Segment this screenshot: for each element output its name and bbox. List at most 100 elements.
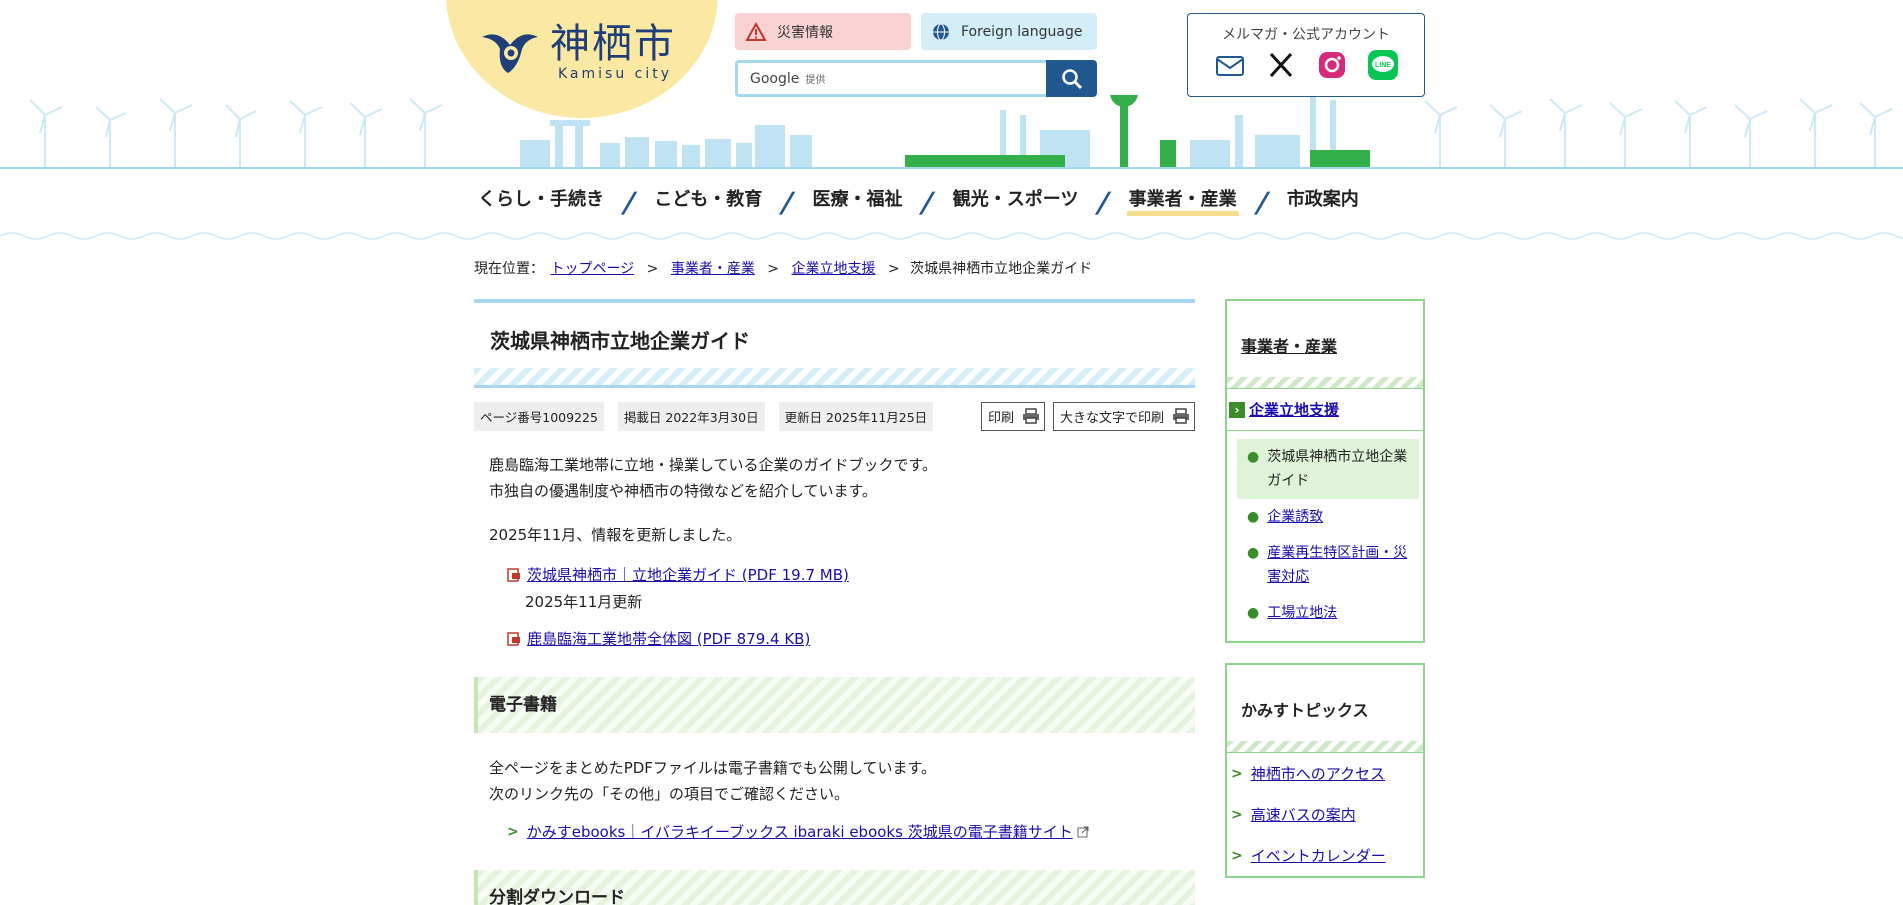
sidebar-item-special-zone[interactable]: ● 産業再生特区計画・災害対応 bbox=[1237, 535, 1419, 595]
search-placeholder: Google bbox=[750, 70, 800, 87]
chevron-right-icon: > bbox=[1231, 806, 1243, 823]
instagram-icon[interactable] bbox=[1315, 48, 1349, 82]
topic-label[interactable]: 神栖市へのアクセス bbox=[1251, 763, 1385, 784]
foreign-language-button[interactable]: Foreign language bbox=[921, 13, 1097, 50]
sidebar-item-invitation[interactable]: ● 企業誘致 bbox=[1237, 499, 1419, 535]
svg-text:LINE: LINE bbox=[1375, 62, 1391, 69]
chevron-right-icon: > bbox=[1231, 847, 1243, 864]
sidebar-item-location-support[interactable]: › 企業立地支援 bbox=[1227, 389, 1423, 431]
pdf-icon bbox=[507, 631, 520, 646]
ebook-link-label[interactable]: かみすebooks｜イバラキイーブックス ibaraki ebooks 茨城県の… bbox=[527, 821, 1073, 842]
ebook-line-1: 全ページをまとめたPDFファイルは電子書籍でも公開しています。 bbox=[489, 759, 936, 777]
intro-line-1: 鹿島臨海工業地帯に立地・操業している企業のガイドブックです。 bbox=[489, 456, 938, 474]
page-number: ページ番号1009225 bbox=[474, 401, 604, 431]
pdf-link-guide-label[interactable]: 茨城県神栖市｜立地企業ガイド (PDF 19.7 MB) bbox=[527, 564, 849, 585]
gnav-separator: / bbox=[777, 186, 798, 219]
sidebar-stripe bbox=[1227, 377, 1423, 389]
sidebar-title-topics: かみすトピックス bbox=[1241, 701, 1369, 720]
globe-icon bbox=[933, 23, 949, 40]
skyline-illustration bbox=[0, 95, 1903, 169]
printer-icon bbox=[1173, 408, 1189, 424]
breadcrumb-link-business[interactable]: 事業者・産業 bbox=[671, 261, 755, 277]
topic-bus[interactable]: > 高速バスの案内 bbox=[1227, 794, 1423, 835]
pdf-icon bbox=[507, 567, 520, 582]
breadcrumb-link-location-support[interactable]: 企業立地支援 bbox=[791, 261, 875, 277]
site-logo[interactable]: 神栖市 Kamisu city bbox=[478, 22, 676, 82]
section-heading-split-download: 分割ダウンロード bbox=[474, 870, 1195, 905]
sidebar-child-label[interactable]: 工場立地法 bbox=[1267, 601, 1337, 625]
gnav-item-tourism[interactable]: 観光・スポーツ bbox=[949, 188, 1083, 218]
pdf-link-map[interactable]: 鹿島臨海工業地帯全体図 (PDF 879.4 KB) bbox=[507, 628, 1180, 649]
global-nav: くらし・手続き / こども・教育 / 医療・福祉 / 観光・スポーツ / 事業者… bbox=[0, 170, 1903, 242]
city-emblem-icon bbox=[482, 34, 538, 73]
disaster-info-button[interactable]: 災害情報 bbox=[735, 13, 911, 50]
ebook-link[interactable]: > かみすebooks｜イバラキイーブックス ibaraki ebooks 茨城… bbox=[507, 821, 1180, 842]
sidebar-stripe bbox=[1227, 741, 1423, 753]
search-provider-note: 提供 bbox=[805, 75, 826, 86]
sidebar-item-factory-law[interactable]: ● 工場立地法 bbox=[1237, 595, 1419, 631]
gnav-item-business[interactable]: 事業者・産業 bbox=[1125, 188, 1241, 218]
updated-date: 更新日 2025年11月25日 bbox=[778, 401, 934, 431]
print-button[interactable]: 印刷 bbox=[980, 401, 1045, 431]
print-label: 印刷 bbox=[987, 410, 1014, 426]
breadcrumb: 現在位置： トップページ > 事業者・産業 > 企業立地支援 > 茨城県神栖市立… bbox=[474, 258, 1092, 278]
chevron-right-icon: › bbox=[1229, 401, 1245, 418]
bullet-icon: ● bbox=[1247, 509, 1260, 525]
breadcrumb-current: 茨城県神栖市立地企業ガイド bbox=[910, 261, 1093, 277]
topic-label[interactable]: イベントカレンダー bbox=[1251, 845, 1386, 866]
breadcrumb-sep: > bbox=[646, 261, 659, 277]
update-note: 2025年11月、情報を更新しました。 bbox=[489, 526, 742, 544]
pdf-guide-note: 2025年11月更新 bbox=[525, 593, 643, 611]
line-icon[interactable]: LINE bbox=[1366, 48, 1400, 82]
gnav-item-children[interactable]: こども・教育 bbox=[650, 188, 766, 218]
chevron-right-icon: > bbox=[507, 823, 519, 840]
topic-access[interactable]: > 神栖市へのアクセス bbox=[1227, 753, 1423, 794]
intro-line-2: 市独自の優遇制度や神栖市の特徴などを紹介しています。 bbox=[489, 482, 878, 500]
sidebar-local-nav: 事業者・産業 › 企業立地支援 ● 茨城県神栖市立地企業ガイド ● 企業誘致 ●… bbox=[1225, 299, 1425, 643]
breadcrumb-prefix: 現在位置： bbox=[474, 261, 544, 277]
sidebar-child-label[interactable]: 企業誘致 bbox=[1267, 505, 1323, 529]
sidebar-parent-label[interactable]: 企業立地支援 bbox=[1249, 399, 1339, 420]
chevron-right-icon: > bbox=[1231, 765, 1243, 782]
section-heading-ebook: 電子書籍 bbox=[474, 677, 1195, 733]
external-link-icon bbox=[1077, 826, 1089, 837]
sidebar-title-business[interactable]: 事業者・産業 bbox=[1227, 301, 1423, 377]
disaster-info-label: 災害情報 bbox=[777, 24, 833, 41]
topic-events[interactable]: > イベントカレンダー bbox=[1227, 835, 1423, 876]
logo-en: Kamisu city bbox=[558, 66, 673, 82]
title-stripe bbox=[474, 368, 1195, 388]
search-icon bbox=[1061, 68, 1082, 89]
gnav-item-living[interactable]: くらし・手続き bbox=[474, 188, 608, 218]
main-content: 茨城県神栖市立地企業ガイド ページ番号1009225 掲載日 2022年3月30… bbox=[474, 299, 1195, 905]
search-button[interactable] bbox=[1046, 60, 1097, 97]
sidebar-item-current: ● 茨城県神栖市立地企業ガイド bbox=[1237, 439, 1419, 499]
sidebar: 事業者・産業 › 企業立地支援 ● 茨城県神栖市立地企業ガイド ● 企業誘致 ●… bbox=[1225, 299, 1425, 878]
logo-jp: 神栖市 bbox=[550, 21, 676, 67]
gnav-separator: / bbox=[1252, 186, 1272, 219]
foreign-language-label: Foreign language bbox=[961, 23, 1083, 40]
x-icon[interactable] bbox=[1264, 48, 1298, 82]
page-meta: ページ番号1009225 掲載日 2022年3月30日 更新日 2025年11月… bbox=[474, 401, 1195, 431]
pdf-link-map-label[interactable]: 鹿島臨海工業地帯全体図 (PDF 879.4 KB) bbox=[527, 628, 810, 649]
bullet-icon: ● bbox=[1247, 545, 1260, 561]
mail-magazine-icon[interactable] bbox=[1213, 48, 1247, 82]
intro-text: 鹿島臨海工業地帯に立地・操業している企業のガイドブックです。 市独自の優遇制度や… bbox=[489, 452, 1180, 504]
sidebar-child-label[interactable]: 産業再生特区計画・災害対応 bbox=[1267, 541, 1415, 589]
pdf-link-guide[interactable]: 茨城県神栖市｜立地企業ガイド (PDF 19.7 MB) bbox=[507, 564, 1180, 585]
wave-divider bbox=[0, 232, 1903, 240]
gnav-separator: / bbox=[918, 186, 938, 219]
gnav-separator: / bbox=[619, 186, 639, 219]
official-accounts-box: メルマガ・公式アカウント LINE bbox=[1187, 13, 1425, 97]
topic-label[interactable]: 高速バスの案内 bbox=[1251, 804, 1356, 825]
published-date: 掲載日 2022年3月30日 bbox=[617, 401, 765, 431]
breadcrumb-sep: > bbox=[767, 261, 780, 277]
warning-icon bbox=[745, 21, 767, 41]
breadcrumb-link-top[interactable]: トップページ bbox=[550, 261, 634, 277]
official-accounts-title: メルマガ・公式アカウント bbox=[1222, 27, 1390, 43]
gnav-item-medical[interactable]: 医療・福祉 bbox=[808, 188, 906, 218]
gnav-item-city-info[interactable]: 市政案内 bbox=[1283, 188, 1363, 218]
search-input[interactable]: Google 提供 bbox=[735, 60, 1047, 97]
print-large-button[interactable]: 大きな文字で印刷 bbox=[1052, 401, 1195, 431]
gnav-separator: / bbox=[1094, 186, 1114, 219]
bullet-icon: ● bbox=[1247, 605, 1260, 621]
